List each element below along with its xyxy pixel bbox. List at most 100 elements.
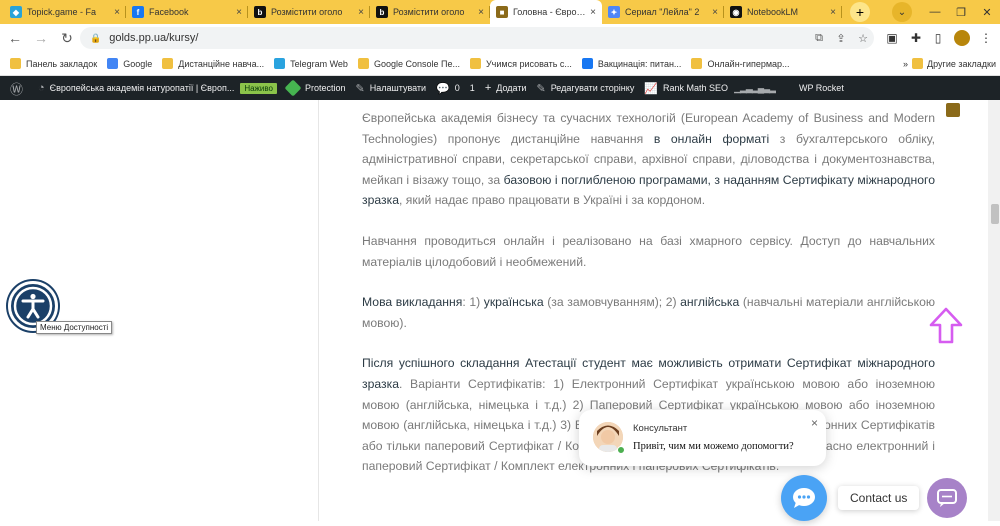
wp-rocket[interactable]: WP Rocket: [799, 83, 844, 93]
browser-toolbar: ← → ↻ 🔒 golds.pp.ua/kursy/ ⧉ ⇪ ☆ ▣ ✚ ▯ ⋮: [0, 24, 1000, 52]
bookmark-label: Google Console Пе...: [373, 58, 460, 69]
tab-close-icon[interactable]: ×: [590, 7, 596, 18]
folder-icon: [357, 58, 369, 69]
address-bar[interactable]: 🔒 golds.pp.ua/kursy/ ⧉ ⇪ ☆: [80, 27, 874, 49]
wp-updates-count: 1: [469, 83, 475, 93]
tab-close-icon[interactable]: ×: [830, 7, 836, 18]
telegram-icon: [274, 58, 286, 69]
bookmark-label: Вакцинація: питан...: [597, 58, 682, 69]
bookmark-item[interactable]: Telegram Web: [274, 58, 348, 69]
chat-greeting-popup[interactable]: Консультант Привіт, чим ми можемо допомо…: [579, 410, 826, 466]
text: : 1): [462, 295, 484, 310]
url-text[interactable]: golds.pp.ua/kursy/: [109, 32, 808, 44]
tab-close-icon[interactable]: ×: [712, 7, 718, 18]
tab-title: Facebook: [149, 7, 189, 17]
accessibility-tooltip: Меню Доступності: [36, 321, 113, 334]
contact-us-button[interactable]: Contact us: [838, 486, 920, 510]
tab-close-icon[interactable]: ×: [236, 7, 242, 18]
bookmark-item[interactable]: Google Console Пе...: [357, 58, 460, 69]
browser-tab[interactable]: b Розмістити оголо ×: [248, 0, 370, 24]
browser-tab[interactable]: b Розмістити оголо ×: [370, 0, 490, 24]
tab-close-icon[interactable]: ×: [478, 7, 484, 18]
wp-edit-page[interactable]: ✎ Редагувати сторінку: [536, 82, 634, 95]
side-panel-icon[interactable]: ▯: [928, 28, 948, 48]
bookmark-label: Google: [123, 58, 153, 69]
emphasis: Мова викладання: [362, 295, 463, 310]
tab-search-icon[interactable]: ⌄: [892, 2, 912, 22]
browser-tab[interactable]: ✦ Сериал "Лейла" 2 ×: [602, 0, 724, 24]
dashboard-icon: ◔: [38, 82, 45, 94]
text: (за замовчуванням); 2): [543, 295, 681, 310]
share-icon[interactable]: ⇪: [830, 32, 852, 45]
other-bookmarks[interactable]: Другие закладки: [927, 59, 996, 69]
message-button[interactable]: [927, 478, 967, 518]
tab-favicon-icon: ✦: [608, 6, 620, 18]
facebook-icon: [581, 58, 593, 69]
bookmark-label: Учимся рисовать с...: [485, 58, 572, 69]
extension-icon[interactable]: ▣: [882, 28, 902, 48]
live-badge: Наживо: [240, 82, 277, 94]
tab-favicon-icon: ◉: [730, 6, 742, 18]
tab-favicon-icon: f: [132, 6, 144, 18]
tab-separator: [841, 6, 842, 18]
paragraph-online: Навчання проводиться онлайн і реалізован…: [362, 233, 935, 269]
wp-logo-icon[interactable]: Ⓦ: [10, 79, 28, 98]
column-divider: [318, 100, 319, 521]
wp-customize[interactable]: ✎ Налаштувати: [356, 82, 427, 95]
profile-avatar[interactable]: [952, 28, 972, 48]
tab-title: Розмістити оголо: [271, 7, 343, 17]
bookmark-label: Telegram Web: [290, 58, 348, 69]
sparkline-icon: ▁▂▃▂▄▃▂: [734, 82, 776, 93]
back-icon[interactable]: ←: [4, 27, 26, 49]
tab-title: NotebookLM: [747, 7, 799, 17]
wp-add-new[interactable]: + Додати: [485, 82, 527, 94]
bookmark-item[interactable]: Google: [107, 58, 152, 69]
folder-icon: [469, 58, 481, 69]
message-icon: [937, 489, 957, 507]
new-tab-button[interactable]: +: [850, 2, 870, 22]
bookmark-star-icon[interactable]: ☆: [852, 32, 874, 45]
wp-edit-label: Редагувати сторінку: [550, 83, 635, 93]
tab-favicon-icon: b: [254, 6, 266, 18]
browser-tab[interactable]: ◉ NotebookLM ×: [724, 0, 842, 24]
wp-rankmath[interactable]: 📈 Rank Math SEO ▁▂▃▂▄▃▂: [644, 82, 776, 95]
tab-close-icon[interactable]: ×: [358, 7, 364, 18]
rankmath-icon: 📈: [644, 82, 659, 95]
page-scrollbar[interactable]: [988, 100, 1000, 521]
extensions-puzzle-icon[interactable]: ✚: [906, 28, 926, 48]
browser-menu-icon[interactable]: ⋮: [976, 28, 996, 48]
wp-site-name[interactable]: ◔ Європейська академія натуропатії | Євро…: [38, 82, 277, 94]
minimize-icon[interactable]: —: [922, 0, 948, 24]
tab-list: ◆ Topick.game - Fa × f Facebook × b Розмістити …: [4, 0, 842, 24]
brush-icon: ✎: [355, 82, 365, 95]
close-window-icon[interactable]: ✕: [974, 0, 1000, 24]
plus-icon: +: [484, 82, 492, 94]
close-icon[interactable]: ×: [811, 416, 818, 430]
reload-icon[interactable]: ↻: [56, 27, 78, 49]
chat-launcher-button[interactable]: [781, 475, 827, 521]
online-status-dot: [617, 446, 625, 454]
tab-strip: ◆ Topick.game - Fa × f Facebook × b Розмістити …: [0, 0, 1000, 24]
bookmark-item[interactable]: Дистанційне навча...: [162, 58, 264, 69]
wp-protection[interactable]: Protection: [284, 79, 346, 97]
folder-icon: [10, 58, 21, 69]
wp-updates[interactable]: 1: [470, 83, 475, 93]
scrollbar-thumb[interactable]: [991, 204, 999, 224]
tab-close-icon[interactable]: ×: [114, 7, 120, 18]
paragraph-intro: Європейська академія бізнесу та сучасних…: [362, 108, 935, 211]
lock-icon[interactable]: 🔒: [90, 33, 101, 44]
maximize-icon[interactable]: ❐: [948, 0, 974, 24]
scroll-to-top-icon[interactable]: [928, 306, 964, 351]
bookmarks-more-icon[interactable]: »: [903, 59, 908, 69]
bookmark-item[interactable]: Учимся рисовать с...: [469, 58, 572, 69]
forward-icon[interactable]: →: [30, 27, 52, 49]
browser-tab[interactable]: f Facebook ×: [126, 0, 248, 24]
bookmark-item[interactable]: Вакцинація: питан...: [581, 58, 682, 69]
browser-tab[interactable]: ◆ Topick.game - Fa ×: [4, 0, 126, 24]
bookmark-item[interactable]: Панель закладок: [10, 58, 97, 69]
install-app-icon[interactable]: ⧉: [808, 32, 830, 45]
wp-comments[interactable]: 💬 0: [436, 82, 460, 95]
bookmarks-bar: Панель закладок Google Дистанційне навча..…: [0, 52, 1000, 76]
browser-tab[interactable]: ■ Головна - Європе ×: [490, 0, 602, 24]
bookmark-item[interactable]: Онлайн-гипермар...: [691, 58, 790, 69]
